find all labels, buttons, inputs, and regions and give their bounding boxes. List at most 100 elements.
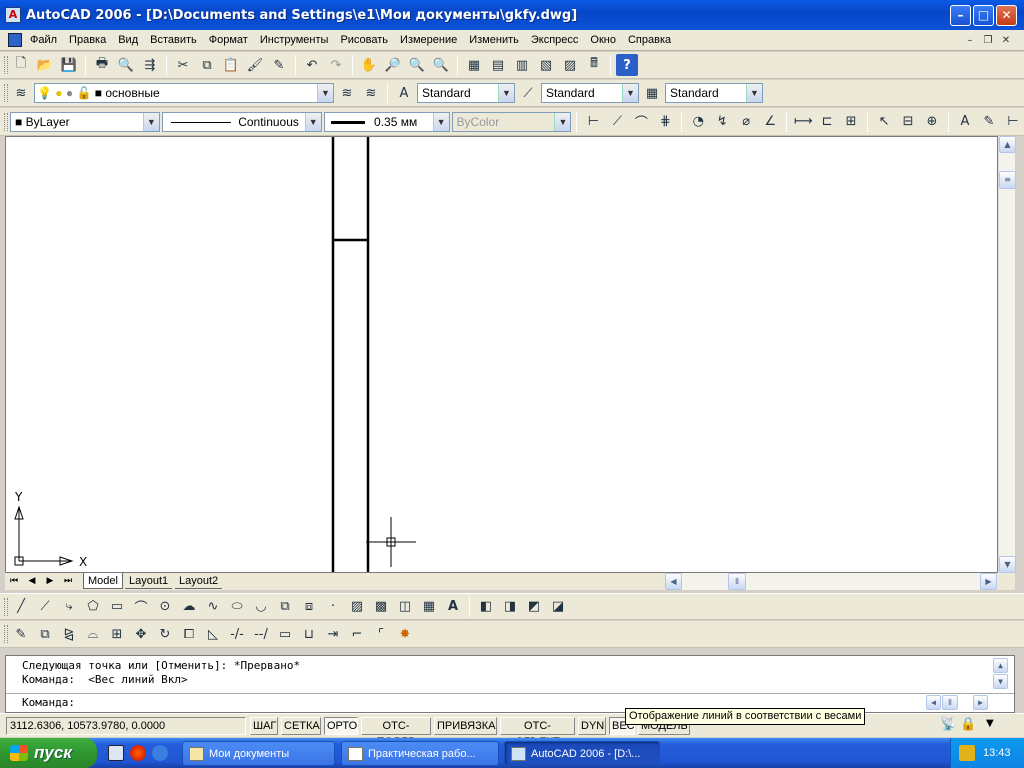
leader-icon[interactable]: ↖ [873, 111, 895, 133]
dim-text-edit-icon[interactable]: ✎ [978, 111, 1000, 133]
line-icon[interactable]: ╱ [10, 596, 32, 618]
menu-item-dimension[interactable]: Измерение [394, 30, 463, 51]
zoom-previous-icon[interactable]: 🔍 [430, 54, 452, 76]
calculator-icon[interactable]: 🖩 [583, 54, 605, 76]
center-mark-icon[interactable]: ⊕ [921, 111, 943, 133]
horizontal-scrollbar[interactable]: ◀ ⦀ ▶ [665, 573, 997, 590]
close-button[interactable]: ✕ [996, 5, 1017, 26]
open-icon[interactable]: 📂 [34, 54, 56, 76]
new-icon[interactable]: 🗋 [10, 54, 32, 76]
tool-palettes-icon[interactable]: ▥ [511, 54, 533, 76]
match-properties-icon[interactable]: 🖌 [244, 54, 266, 76]
region-icon[interactable]: ◫ [394, 596, 416, 618]
circle-icon[interactable]: ⊙ [154, 596, 176, 618]
media-player-icon[interactable] [130, 745, 146, 761]
help-icon[interactable]: ? [616, 54, 638, 76]
linear-dim-icon[interactable]: ⊢ [582, 111, 604, 133]
dim-style-dropdown[interactable]: Standard ▼ [541, 83, 639, 103]
chevron-down-icon[interactable]: ▼ [746, 84, 762, 102]
cmd-hscroll-thumb[interactable]: ⦀ [942, 695, 958, 710]
scroll-down-button[interactable]: ▼ [999, 556, 1016, 573]
ordinate-dim-icon[interactable]: ⋕ [654, 111, 676, 133]
doc-restore-button[interactable]: ❐ [980, 33, 996, 48]
sheet-set-icon[interactable]: ▧ [535, 54, 557, 76]
paste-icon[interactable]: 📋 [220, 54, 242, 76]
lineweight-dropdown[interactable]: 0.35 мм ▼ [323, 111, 450, 132]
osnap-toggle[interactable]: ПРИВЯЗКА [434, 717, 497, 735]
menu-item-view[interactable]: Вид [112, 30, 144, 51]
snap-toggle[interactable]: ШАГ [250, 717, 278, 735]
make-block-icon[interactable]: ⧈ [298, 596, 320, 618]
design-center-icon[interactable]: ▤ [487, 54, 509, 76]
redo-icon[interactable]: ↷ [325, 54, 347, 76]
cmd-scroll-right-button[interactable]: ▶ [973, 695, 988, 710]
send-to-back-icon[interactable]: ◨ [499, 596, 521, 618]
ellipse-icon[interactable]: ⬭ [226, 596, 248, 618]
menu-item-express[interactable]: Экспресс [525, 30, 585, 51]
copy-object-icon[interactable]: ⧉ [34, 623, 56, 645]
menu-item-insert[interactable]: Вставить [144, 30, 203, 51]
chevron-down-icon[interactable]: ▼ [304, 112, 321, 131]
autocad-app-icon[interactable]: A [5, 7, 21, 23]
linetype-dropdown[interactable]: Continuous ▼ [161, 111, 322, 132]
send-under-icon[interactable]: ◪ [547, 596, 569, 618]
rectangle-icon[interactable]: ▭ [106, 596, 128, 618]
command-prompt[interactable]: Команда: [22, 696, 75, 709]
task-autocad[interactable]: AutoCAD 2006 - [D:\... [504, 741, 660, 766]
grid-toggle[interactable]: СЕТКА [281, 717, 321, 735]
chevron-down-icon[interactable]: ▼ [317, 84, 333, 102]
baseline-dim-icon[interactable]: ⊏ [816, 111, 838, 133]
make-layer-current-icon[interactable]: ≋ [336, 82, 358, 104]
angular-dim-icon[interactable]: ∠ [759, 111, 781, 133]
tab-first-icon[interactable]: ⏮ [7, 574, 21, 589]
toolbar-grip[interactable] [4, 112, 8, 131]
offset-icon[interactable]: ⌓ [82, 623, 104, 645]
trim-icon[interactable]: -/- [226, 623, 248, 645]
dim-edit-icon[interactable]: A [954, 111, 976, 133]
pan-icon[interactable]: ✋ [358, 54, 380, 76]
scale-icon[interactable]: ⧠ [178, 623, 200, 645]
move-icon[interactable]: ✥ [130, 623, 152, 645]
break-at-point-icon[interactable]: ▭ [274, 623, 296, 645]
coordinate-display[interactable]: 3112.6306, 10573.9780, 0.0000 [6, 717, 246, 735]
dim-update-icon[interactable]: ⊢ [1002, 111, 1024, 133]
layer-dropdown[interactable]: 💡 ● ● 🔓 ■ основные ▼ [34, 83, 334, 103]
aligned-dim-icon[interactable]: ⟋ [606, 111, 628, 133]
dim-style-icon[interactable]: ⟋ [517, 82, 539, 104]
array-icon[interactable]: ⊞ [106, 623, 128, 645]
scroll-thumb[interactable]: ≡ [999, 171, 1016, 189]
maximize-button[interactable]: □ [973, 5, 994, 26]
copy-icon[interactable]: ⧉ [196, 54, 218, 76]
vertical-scrollbar[interactable]: ▲ ≡ ▼ [998, 136, 1016, 573]
menu-item-modify[interactable]: Изменить [463, 30, 525, 51]
rotate-icon[interactable]: ↻ [154, 623, 176, 645]
chamfer-icon[interactable]: ⌐ [346, 623, 368, 645]
document-icon[interactable] [8, 33, 22, 47]
start-button[interactable]: пуск [0, 738, 97, 768]
text-style-icon[interactable]: A [393, 82, 415, 104]
minimize-button[interactable]: – [950, 5, 971, 26]
menu-item-tools[interactable]: Инструменты [254, 30, 335, 51]
mirror-icon[interactable]: ⧎ [58, 623, 80, 645]
markup-icon[interactable]: ▨ [559, 54, 581, 76]
internet-explorer-icon[interactable] [152, 745, 168, 761]
undo-icon[interactable]: ↶ [301, 54, 323, 76]
multiline-text-icon[interactable]: A [442, 596, 464, 618]
arc-length-icon[interactable]: ⌒ [630, 111, 652, 133]
chevron-down-icon[interactable]: ▼ [622, 84, 638, 102]
fillet-icon[interactable]: ⌜ [370, 623, 392, 645]
bring-to-front-icon[interactable]: ◧ [475, 596, 497, 618]
spline-icon[interactable]: ∿ [202, 596, 224, 618]
scroll-left-button[interactable]: ◀ [665, 573, 682, 590]
extend-icon[interactable]: --/ [250, 623, 272, 645]
task-my-documents[interactable]: Мои документы [182, 741, 335, 766]
polygon-icon[interactable]: ⬠ [82, 596, 104, 618]
arc-icon[interactable]: ⌒ [130, 596, 152, 618]
table-style-dropdown[interactable]: Standard ▼ [665, 83, 763, 103]
menu-item-window[interactable]: Окно [584, 30, 622, 51]
tab-last-icon[interactable]: ⏭ [61, 574, 75, 589]
chevron-down-icon[interactable]: ▼ [142, 112, 159, 131]
hscroll-thumb[interactable]: ⦀ [728, 573, 746, 590]
communication-center-icon[interactable]: 📡 [940, 717, 958, 735]
scroll-right-button[interactable]: ▶ [980, 573, 997, 590]
